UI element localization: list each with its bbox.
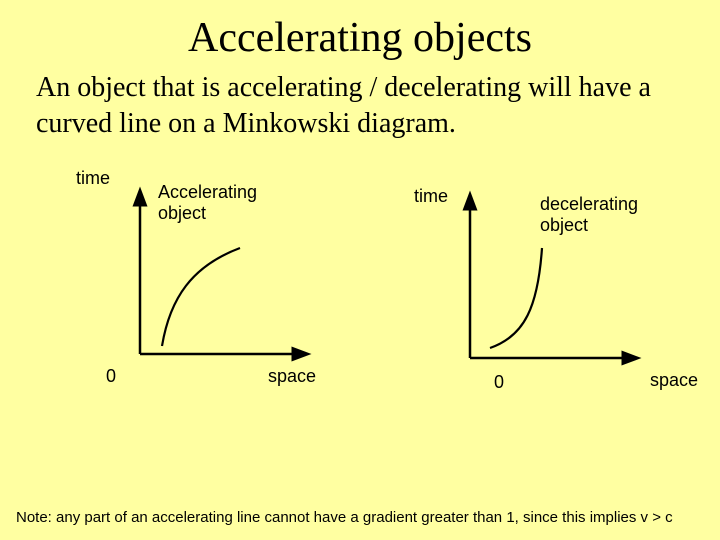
body-text: An object that is accelerating / deceler… — [0, 62, 720, 142]
right-curve-icon — [480, 236, 600, 356]
left-origin-zero: 0 — [106, 366, 116, 387]
right-y-axis-label: time — [414, 186, 448, 207]
page-title: Accelerating objects — [0, 0, 720, 62]
left-curve-icon — [152, 238, 272, 358]
left-y-axis-label: time — [76, 168, 110, 189]
footnote: Note: any part of an accelerating line c… — [16, 509, 673, 526]
right-origin-zero: 0 — [494, 372, 504, 393]
left-x-axis-label: space — [268, 366, 316, 387]
diagrams-area: time 0 space Accelerating object time 0 … — [0, 166, 720, 416]
right-x-axis-label: space — [650, 370, 698, 391]
